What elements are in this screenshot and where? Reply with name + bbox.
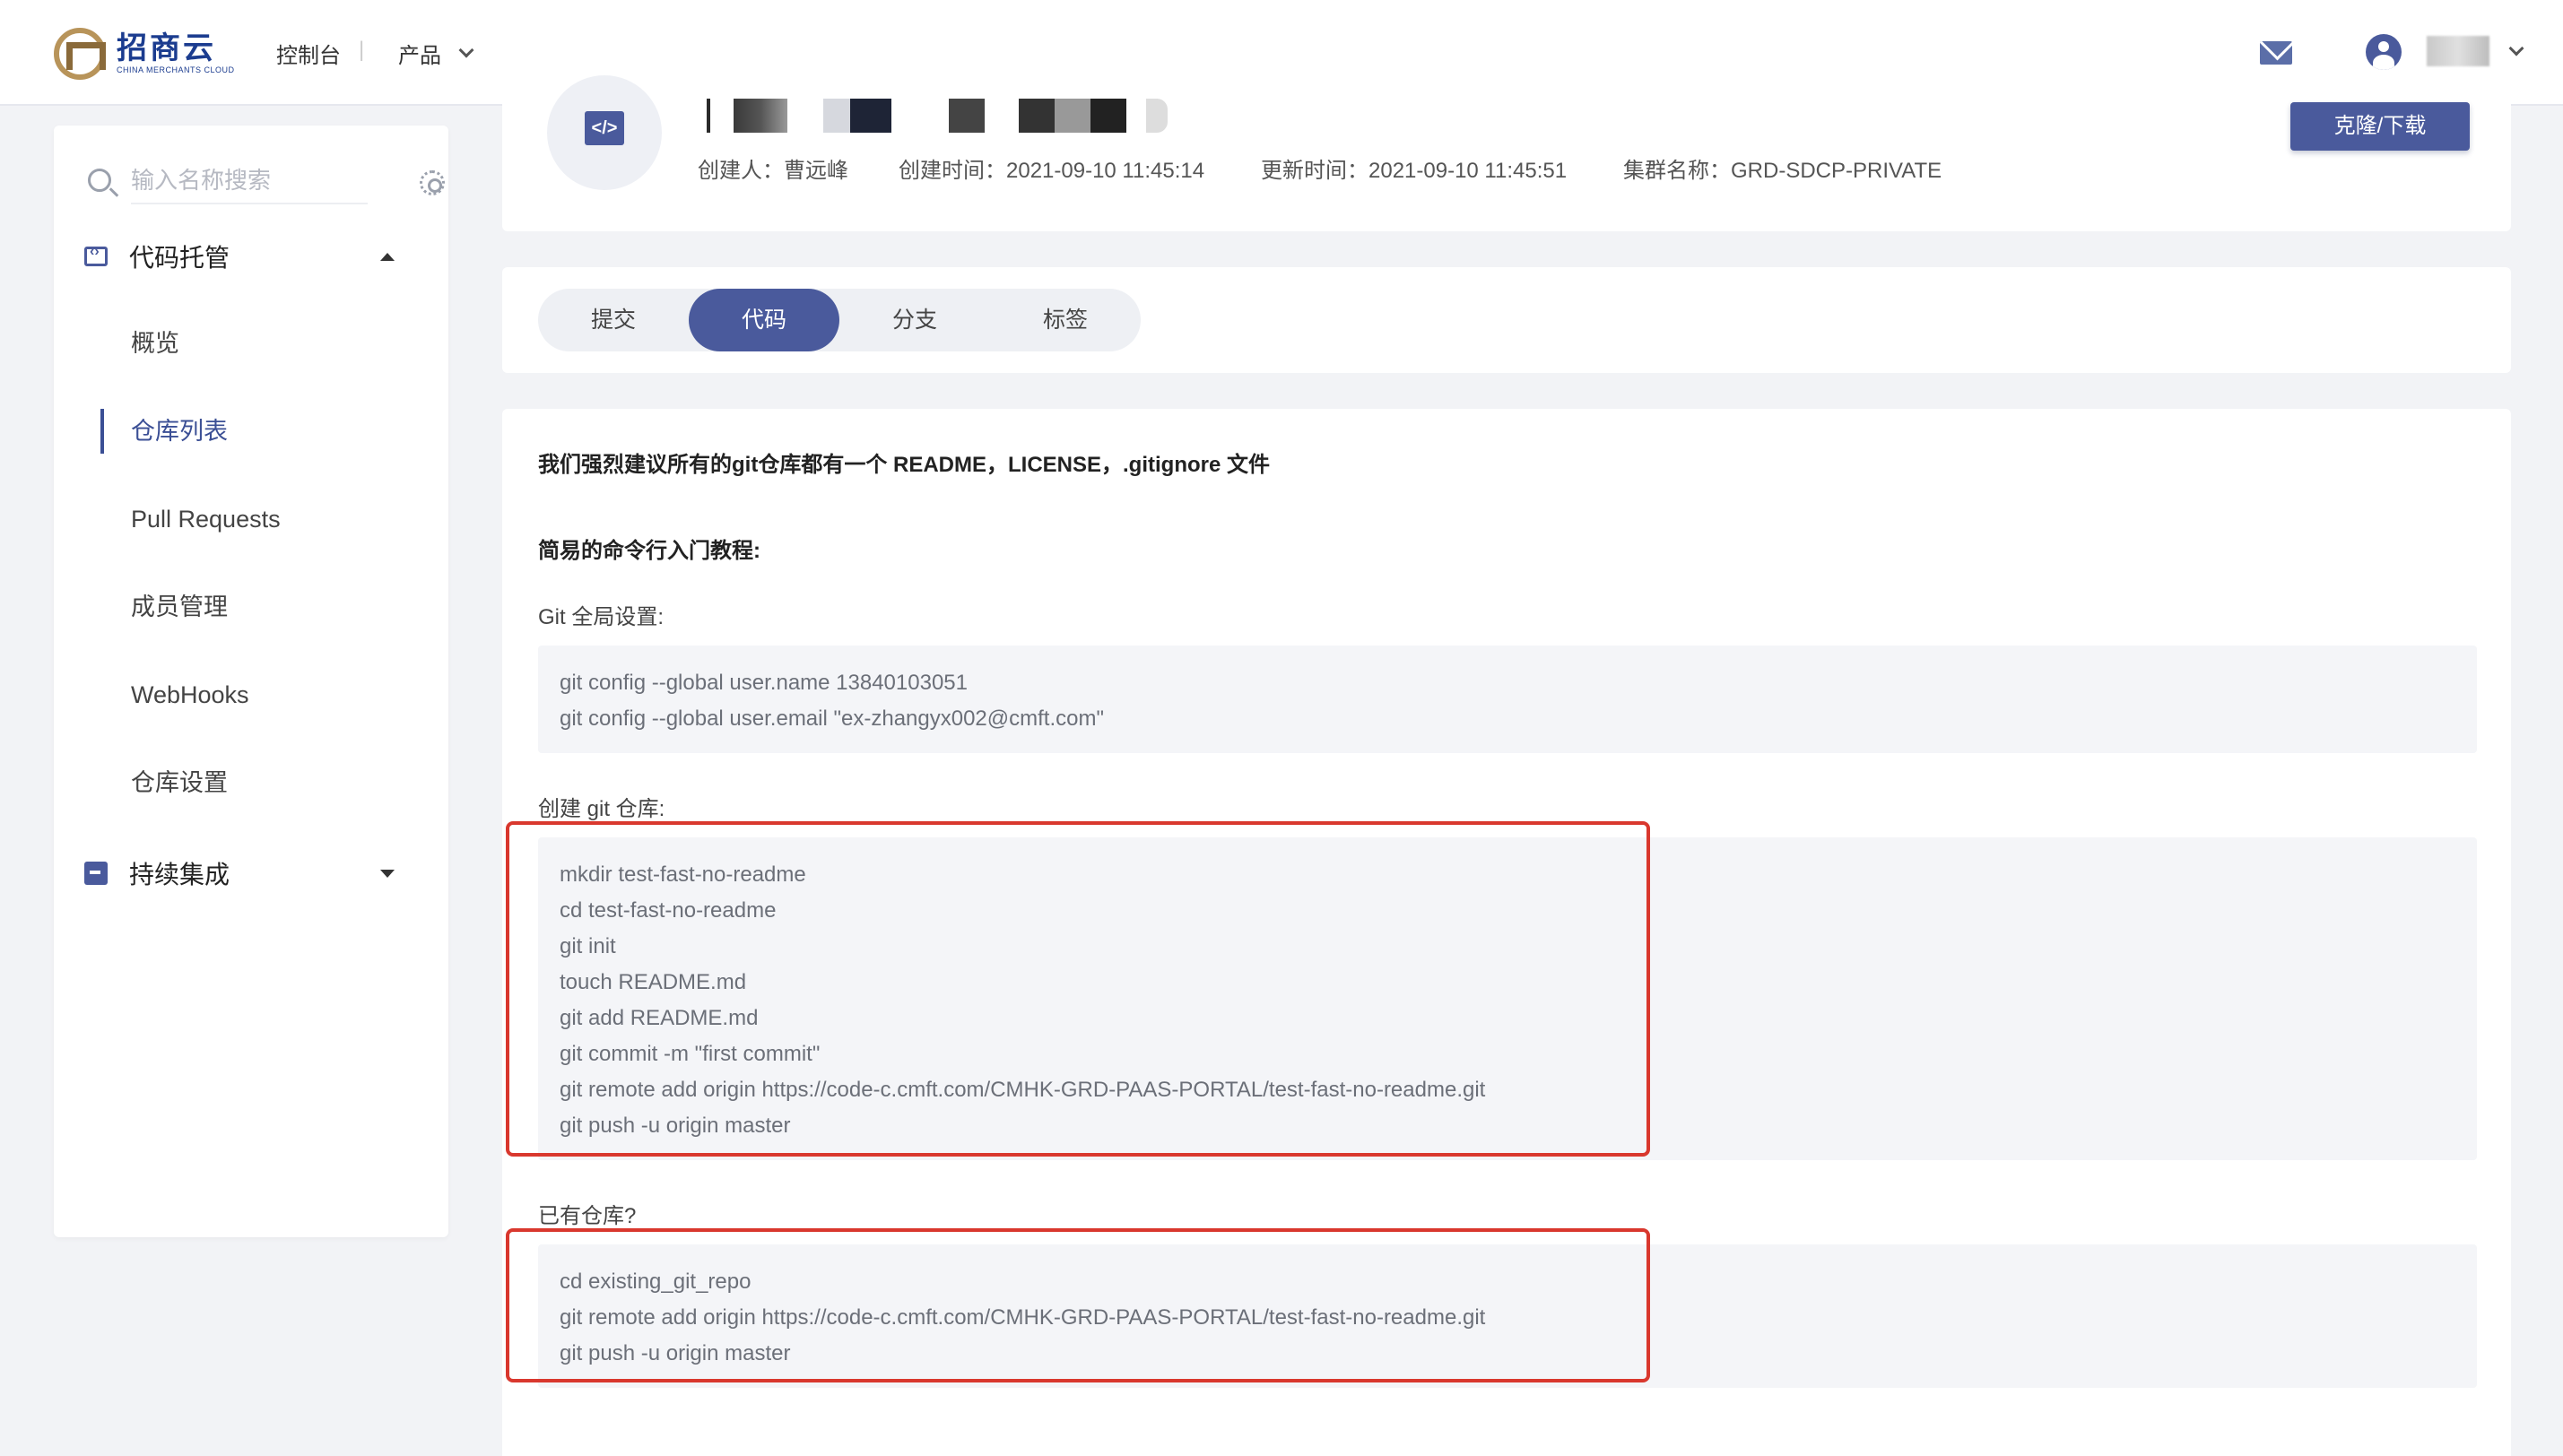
code-line: touch README.md bbox=[560, 970, 747, 994]
nav-product-menu[interactable]: 产品 bbox=[398, 38, 474, 69]
global-setup-code[interactable]: git config --global user.name 1384010305… bbox=[538, 646, 2477, 753]
repo-tabs-card: 提交 代码 分支 标签 bbox=[502, 267, 2511, 373]
code-line: mkdir test-fast-no-readme bbox=[560, 862, 806, 887]
global-setup-label: Git 全局设置: bbox=[538, 605, 665, 629]
repo-cluster-name: 集群名称：GRD-SDCP-PRIVATE bbox=[1623, 159, 1942, 183]
code-instructions: 我们强烈建议所有的git仓库都有一个 README，LICENSE，.gitig… bbox=[502, 409, 2511, 1456]
repo-name-redacted bbox=[698, 99, 1168, 133]
nav-product-label: 产品 bbox=[398, 44, 441, 68]
recommend-note: 我们强烈建议所有的git仓库都有一个 README，LICENSE，.gitig… bbox=[538, 453, 1270, 477]
top-bar: 招商云 CHINA MERCHANTS CLOUD 控制台 | 产品 bbox=[0, 0, 2563, 106]
sidebar-group-code-hosting[interactable]: 代码托管 bbox=[81, 230, 430, 283]
search-icon bbox=[88, 169, 111, 192]
nav-console-link[interactable]: 控制台 bbox=[276, 38, 341, 69]
sidebar-item-repo-list[interactable]: 仓库列表 bbox=[131, 409, 228, 454]
user-avatar-icon[interactable] bbox=[2366, 34, 2402, 70]
sidebar-item-overview[interactable]: 概览 bbox=[131, 321, 179, 366]
sidebar-group-ci[interactable]: 持续集成 bbox=[81, 846, 430, 900]
code-line: cd test-fast-no-readme bbox=[560, 898, 777, 923]
tab-bar: 提交 代码 分支 标签 bbox=[538, 289, 1141, 351]
chevron-down-icon[interactable] bbox=[2508, 40, 2524, 56]
repo-updated-time: 更新时间：2021-09-10 11:45:51 bbox=[1261, 159, 1568, 183]
ci-icon bbox=[84, 862, 108, 885]
existing-repo-code[interactable]: cd existing_git_repo git remote add orig… bbox=[538, 1244, 2477, 1388]
code-repo-icon bbox=[84, 244, 108, 266]
active-indicator bbox=[100, 409, 104, 454]
user-name-redacted[interactable] bbox=[2427, 36, 2489, 66]
code-line: git push -u origin master bbox=[560, 1114, 791, 1138]
tab-branches[interactable]: 分支 bbox=[839, 289, 990, 351]
sidebar-group-label: 代码托管 bbox=[129, 244, 230, 272]
clone-download-button[interactable]: 克隆/下载 bbox=[2290, 102, 2470, 151]
repo-creator: 创建人：曹远峰 bbox=[698, 159, 848, 183]
sidebar-item-repo-settings[interactable]: 仓库设置 bbox=[131, 760, 228, 805]
code-line: git init bbox=[560, 934, 616, 958]
sidebar: 代码托管 概览 仓库列表 Pull Requests 成员管理 WebHooks… bbox=[54, 126, 448, 1237]
sidebar-item-members[interactable]: 成员管理 bbox=[131, 585, 228, 629]
code-icon: </> bbox=[585, 111, 624, 145]
code-line: git config --global user.email "ex-zhang… bbox=[560, 706, 1104, 731]
repo-avatar: </> bbox=[547, 75, 662, 190]
sidebar-item-pull-requests[interactable]: Pull Requests bbox=[131, 497, 281, 542]
sidebar-item-webhooks[interactable]: WebHooks bbox=[131, 672, 249, 717]
gear-icon[interactable] bbox=[420, 170, 445, 195]
mail-icon[interactable] bbox=[2260, 41, 2292, 65]
chevron-down-icon bbox=[458, 42, 474, 57]
nav-separator: | bbox=[359, 38, 365, 62]
tutorial-heading: 简易的命令行入门教程: bbox=[538, 539, 760, 563]
code-line: git config --global user.name 1384010305… bbox=[560, 671, 968, 695]
repo-created-time: 创建时间：2021-09-10 11:45:14 bbox=[899, 159, 1205, 183]
sidebar-group-label: 持续集成 bbox=[129, 861, 230, 888]
caret-up-icon bbox=[380, 253, 395, 261]
code-line: git remote add origin https://code-c.cmf… bbox=[560, 1078, 1486, 1102]
tab-commits[interactable]: 提交 bbox=[538, 289, 689, 351]
code-line: cd existing_git_repo bbox=[560, 1270, 752, 1294]
search-input[interactable] bbox=[131, 158, 368, 204]
tab-tags[interactable]: 标签 bbox=[990, 289, 1141, 351]
create-repo-label: 创建 git 仓库: bbox=[538, 797, 665, 821]
code-line: git remote add origin https://code-c.cmf… bbox=[560, 1305, 1486, 1330]
logo-subtext: CHINA MERCHANTS CLOUD bbox=[117, 65, 235, 74]
brand-logo[interactable]: 招商云 CHINA MERCHANTS CLOUD bbox=[54, 27, 235, 81]
logo-text: 招商云 bbox=[117, 30, 216, 66]
code-line: git push -u origin master bbox=[560, 1341, 791, 1365]
create-repo-code[interactable]: mkdir test-fast-no-readme cd test-fast-n… bbox=[538, 837, 2477, 1160]
sidebar-search bbox=[81, 151, 445, 210]
existing-repo-label: 已有仓库? bbox=[538, 1204, 637, 1228]
repo-header: </> 创建人：曹远峰 创建时间：2021-09-10 11:45:14 更新时… bbox=[502, 75, 2511, 231]
code-line: git commit -m "first commit" bbox=[560, 1042, 821, 1066]
code-line: git add README.md bbox=[560, 1006, 759, 1030]
caret-down-icon bbox=[380, 870, 395, 878]
logo-icon bbox=[54, 28, 106, 80]
tab-code[interactable]: 代码 bbox=[689, 289, 839, 351]
